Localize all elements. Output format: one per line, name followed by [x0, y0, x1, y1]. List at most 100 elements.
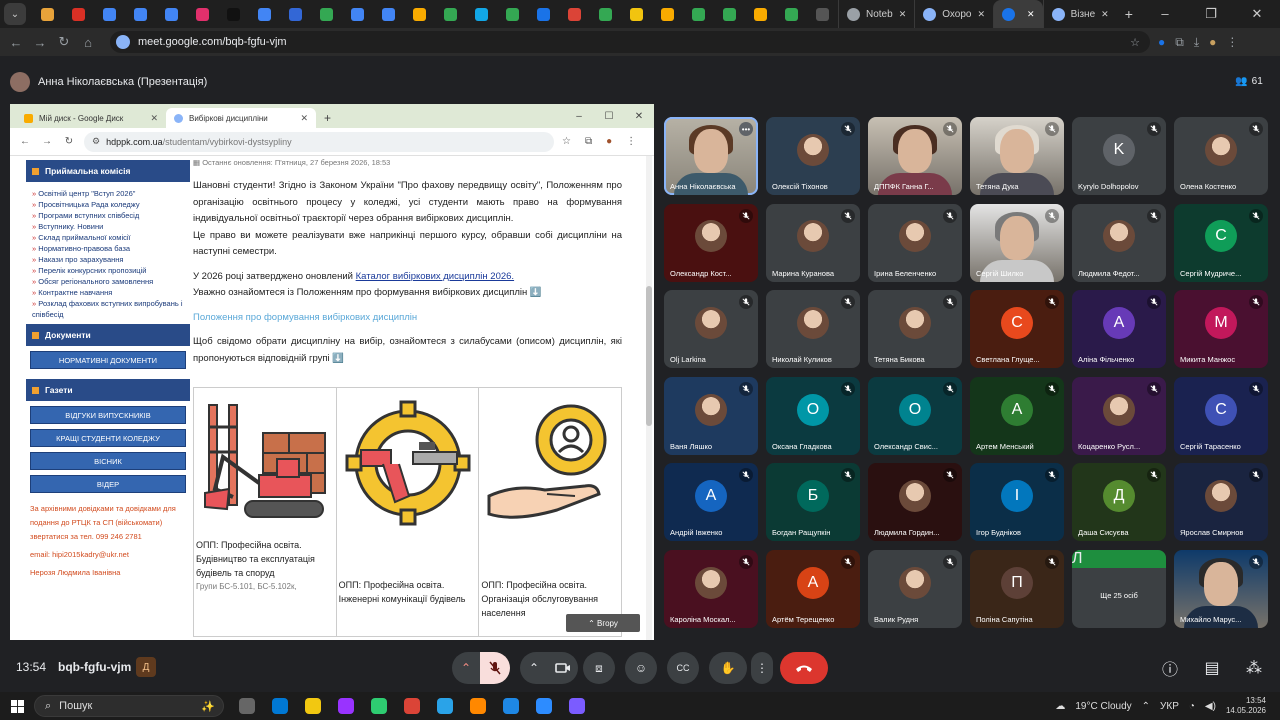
extension-icon[interactable]: ●: [1158, 35, 1165, 50]
browser-tab[interactable]: [435, 0, 466, 28]
taskbar-app[interactable]: [395, 692, 428, 720]
sidebar-link[interactable]: Нормативно-правова база: [32, 243, 190, 254]
video-options-button[interactable]: ⌃: [520, 652, 548, 684]
participant-tile[interactable]: Сергій Шилко: [970, 203, 1064, 282]
sidebar-link[interactable]: Програми вступних співбесід: [32, 210, 190, 221]
start-button[interactable]: [0, 699, 34, 713]
present-button[interactable]: ⧈: [583, 652, 615, 684]
restore-icon[interactable]: ☐: [594, 111, 624, 122]
taskbar-app[interactable]: [494, 692, 527, 720]
taskbar-app[interactable]: [329, 692, 362, 720]
browser-tab[interactable]: [559, 0, 590, 28]
shared-address-bar[interactable]: ⚙ hdppk.com.ua/studentam/vybirkovi-dysts…: [84, 131, 554, 152]
browser-tab[interactable]: [776, 0, 807, 28]
activities-icon[interactable]: ⁂: [1244, 658, 1264, 678]
volume-icon[interactable]: ◀): [1205, 701, 1216, 712]
browser-tab[interactable]: [652, 0, 683, 28]
close-icon[interactable]: ✕: [300, 113, 308, 124]
bookmark-star-icon[interactable]: ☆: [1130, 36, 1140, 49]
browser-tab[interactable]: [404, 0, 435, 28]
sidebar-link[interactable]: Склад приймальної комісії: [32, 232, 190, 243]
participant-tile[interactable]: І Ігор Будніков: [970, 463, 1064, 542]
participant-tile[interactable]: Кароліна Москал...: [664, 549, 758, 628]
browser-tab[interactable]: [497, 0, 528, 28]
newspaper-button[interactable]: ВІСНИК: [30, 452, 186, 470]
browser-tab[interactable]: [187, 0, 218, 28]
participant-tile[interactable]: Михайло Марус...: [1174, 549, 1268, 628]
profile-avatar[interactable]: ●: [606, 136, 612, 147]
participant-tile[interactable]: ДППФК Ганна Г...: [868, 117, 962, 195]
participant-tile[interactable]: Л Ще 25 осіб: [1072, 549, 1166, 628]
new-tab-button[interactable]: +: [316, 111, 339, 128]
catalog-link[interactable]: Каталог вибіркових дисциплін 2026.: [356, 271, 514, 282]
newspaper-button[interactable]: ВІДЕР: [30, 475, 186, 493]
browser-tab[interactable]: [342, 0, 373, 28]
participant-tile[interactable]: П Поліна Сапутіна: [970, 549, 1064, 628]
forward-icon[interactable]: →: [36, 136, 58, 147]
shared-tab-electives[interactable]: Вибіркові дисципліни ✕: [166, 108, 316, 128]
network-icon[interactable]: ◔: [1189, 701, 1195, 712]
browser-tab[interactable]: [466, 0, 497, 28]
participant-tile[interactable]: Ірина Беленченко: [868, 203, 962, 282]
extensions-puzzle-icon[interactable]: ⧉: [1175, 35, 1184, 50]
participants-button[interactable]: 👥 61: [1232, 70, 1266, 92]
participant-tile[interactable]: Валик Рудня: [868, 549, 962, 628]
browser-tab[interactable]: [745, 0, 776, 28]
new-tab-button[interactable]: +: [1117, 0, 1141, 28]
browser-tab[interactable]: [280, 0, 311, 28]
browser-tab[interactable]: [249, 0, 280, 28]
browser-tab[interactable]: [94, 0, 125, 28]
tab-search-button[interactable]: ⌄: [4, 3, 26, 25]
browser-tab[interactable]: [63, 0, 94, 28]
normative-documents-button[interactable]: НОРМАТИВНІ ДОКУМЕНТИ: [30, 351, 186, 369]
participant-tile[interactable]: Тетяна Бикова: [868, 290, 962, 369]
close-icon[interactable]: ✕: [1101, 9, 1109, 20]
participant-tile[interactable]: Марина Куранова: [766, 203, 860, 282]
home-icon[interactable]: ⌂: [76, 35, 100, 50]
browser-tab[interactable]: [714, 0, 745, 28]
sidebar-link[interactable]: Просвітницька Рада коледжу: [32, 199, 190, 210]
sidebar-link[interactable]: Обсяг регіонального замовлення: [32, 276, 190, 287]
forward-icon[interactable]: →: [28, 35, 52, 50]
participant-tile[interactable]: А Артем Менський: [970, 376, 1064, 455]
participant-tile[interactable]: Ваня Ляшко: [664, 376, 758, 455]
participant-tile[interactable]: Д Даша Сисуєва: [1072, 463, 1166, 542]
reload-icon[interactable]: ↻: [58, 136, 80, 147]
browser-tab[interactable]: [528, 0, 559, 28]
chat-icon[interactable]: ▤: [1202, 658, 1222, 678]
raise-hand-button[interactable]: ✋: [709, 652, 747, 684]
taskbar-app[interactable]: [560, 692, 593, 720]
tray-overflow-icon[interactable]: ⌃: [1142, 701, 1150, 712]
newspaper-button[interactable]: ВІДГУКИ ВИПУСКНИКІВ: [30, 406, 186, 424]
newspaper-button[interactable]: КРАЩІ СТУДЕНТИ КОЛЕДЖУ: [30, 429, 186, 447]
browser-tab[interactable]: [32, 0, 63, 28]
taskbar-app[interactable]: [461, 692, 494, 720]
browser-menu-icon[interactable]: ⋮: [1226, 35, 1238, 50]
browser-tab-named[interactable]: Охоро ✕: [914, 0, 993, 28]
taskbar-app[interactable]: [428, 692, 461, 720]
close-icon[interactable]: ✕: [624, 111, 654, 122]
sidebar-link[interactable]: Розклад фахових вступних випробувань і с…: [32, 298, 190, 320]
close-icon[interactable]: ✕: [1234, 6, 1280, 22]
close-icon[interactable]: ✕: [977, 9, 985, 20]
program-card-engineering[interactable]: ОПП: Професійна освіта. Інженерні комуні…: [337, 388, 480, 636]
browser-menu-icon[interactable]: ⋮: [626, 136, 636, 147]
browser-tab[interactable]: [156, 0, 187, 28]
taskbar-app[interactable]: [527, 692, 560, 720]
browser-tab[interactable]: [590, 0, 621, 28]
taskbar-app[interactable]: [263, 692, 296, 720]
participant-tile[interactable]: Олександр Кост...: [664, 203, 758, 282]
captions-button[interactable]: CC: [667, 652, 699, 684]
contact-email[interactable]: email: hipi2015kadry@ukr.net: [26, 544, 190, 562]
weather[interactable]: 19°C Cloudy: [1075, 701, 1131, 712]
back-icon[interactable]: ←: [4, 35, 28, 50]
language[interactable]: УКР: [1160, 701, 1179, 712]
leave-call-button[interactable]: [780, 652, 828, 684]
browser-tab[interactable]: [125, 0, 156, 28]
camera-toggle[interactable]: [548, 652, 578, 684]
minimize-icon[interactable]: –: [1142, 6, 1188, 22]
participant-tile[interactable]: М Микита Манжос: [1174, 290, 1268, 369]
shared-tab-drive[interactable]: Мій диск - Google Диск ✕: [16, 108, 166, 128]
address-bar[interactable]: meet.google.com/bqb-fgfu-vjm ☆: [110, 31, 1150, 53]
back-to-top-button[interactable]: ⌃ Вгору: [566, 614, 640, 632]
